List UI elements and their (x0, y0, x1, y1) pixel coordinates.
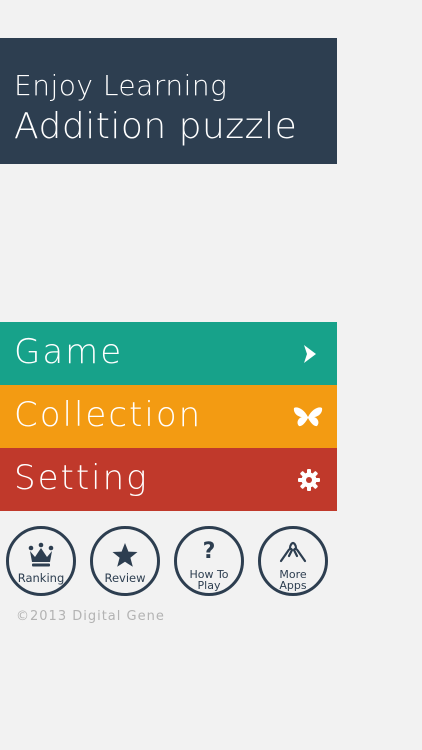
setting-button-label: Setting (14, 458, 149, 498)
collection-button-label: Collection (14, 395, 203, 435)
ranking-button[interactable]: Ranking (6, 526, 76, 596)
star-icon (112, 543, 138, 567)
more-apps-button[interactable]: More Apps (258, 526, 328, 596)
how-to-play-label-line2: Play (197, 579, 221, 592)
how-to-play-label: How To Play (177, 569, 241, 591)
collection-button[interactable]: Collection (0, 385, 337, 448)
main-menu: Game Collection Setting (0, 322, 337, 511)
chevron-right-icon (304, 345, 316, 363)
review-button[interactable]: Review (90, 526, 160, 596)
question-mark-icon: ? (202, 539, 216, 564)
ranking-label: Ranking (17, 571, 65, 585)
more-apps-label-line2: Apps (279, 579, 307, 592)
game-button[interactable]: Game (0, 322, 337, 385)
hands-icon (279, 541, 307, 563)
title-subtitle: Enjoy Learning (14, 69, 228, 102)
game-button-label: Game (14, 332, 124, 372)
secondary-buttons: Ranking Review ? How To Play More Apps (0, 526, 340, 606)
review-label: Review (104, 571, 146, 585)
more-apps-label: More Apps (261, 569, 325, 591)
page-title: Addition puzzle (14, 106, 298, 147)
gear-icon (298, 469, 320, 491)
copyright-text: ©2013 Digital Gene (16, 609, 165, 624)
setting-button[interactable]: Setting (0, 448, 337, 511)
main-menu-screen: Enjoy Learning Addition puzzle Game Coll… (0, 0, 422, 750)
how-to-play-button[interactable]: ? How To Play (174, 526, 244, 596)
crown-icon (28, 542, 54, 567)
butterfly-icon (293, 407, 323, 427)
